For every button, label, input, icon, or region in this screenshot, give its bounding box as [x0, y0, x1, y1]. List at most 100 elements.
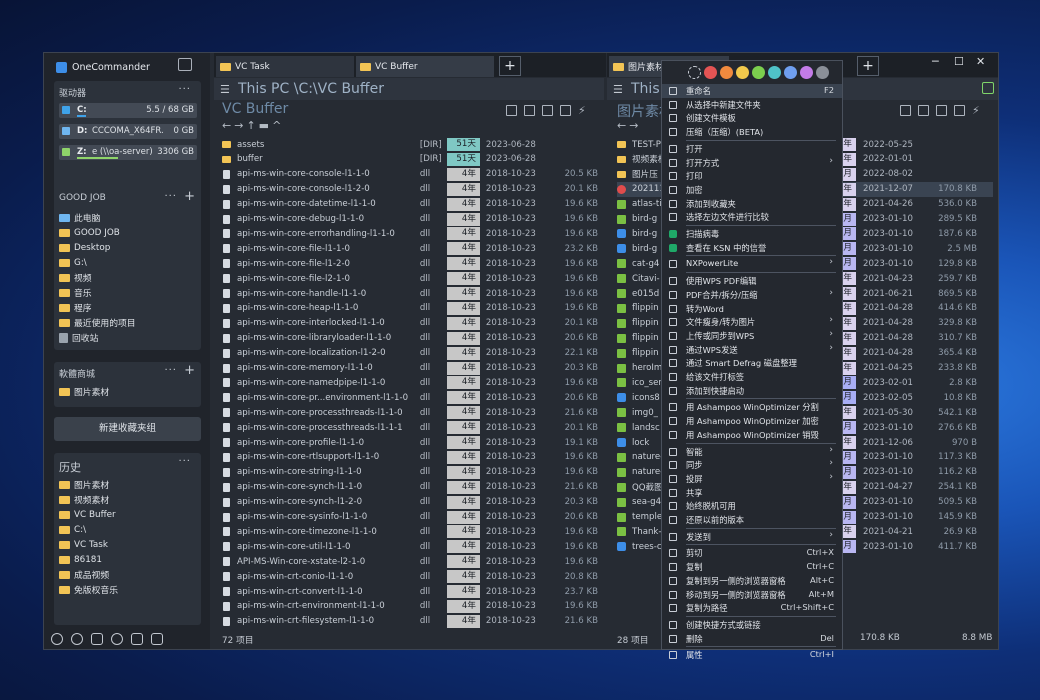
context-menu-item[interactable]: 选择左边文件进行比较: [662, 210, 842, 224]
context-menu-item[interactable]: 复制到另一侧的浏览器窗格 Alt+C: [662, 574, 842, 588]
color-tag-dot[interactable]: [736, 66, 749, 79]
drive-item[interactable]: D: CCCOMA_X64FR... 0 GB: [59, 124, 197, 139]
list-item[interactable]: VC Buffer: [59, 507, 116, 522]
table-row[interactable]: api-ms-win-core-heap-l1-1-0 dll 4年 2018-10-…: [222, 301, 598, 316]
table-row[interactable]: api-ms-win-core-synch-l1-1-0 dll 4年 2018-10…: [222, 480, 598, 495]
no-color-tag[interactable]: [688, 66, 701, 79]
table-row[interactable]: api-ms-win-core-processthreads-l1-1-0 dll…: [222, 405, 598, 420]
context-menu-item[interactable]: 创建快捷方式或链接: [662, 618, 842, 632]
table-row[interactable]: api-ms-win-core-console-l1-2-0 dll 4年 2018-…: [222, 182, 598, 197]
collapse-icon[interactable]: ^: [272, 119, 284, 132]
context-menu-item[interactable]: 删除 Del: [662, 632, 842, 646]
table-row[interactable]: api-ms-win-core-debug-l1-1-0 dll 4年 2018-10…: [222, 212, 598, 227]
context-menu-item[interactable]: 添加到收藏夹: [662, 197, 842, 211]
context-menu-item[interactable]: 通过WPS发送 ›: [662, 343, 842, 357]
maximize-icon[interactable]: ☐: [954, 55, 964, 68]
menu-icon[interactable]: ☰: [613, 83, 623, 96]
list-item[interactable]: GOOD JOB: [59, 225, 120, 240]
table-row[interactable]: api-ms-win-core-errorhandling-l1-1-0 dll 4…: [222, 226, 598, 241]
color-tag-dot[interactable]: [784, 66, 797, 79]
sort-icon[interactable]: [506, 105, 517, 116]
context-menu-item[interactable]: 剪切 Ctrl+X: [662, 546, 842, 560]
grid-view-icon[interactable]: [542, 105, 553, 116]
list-item[interactable]: 86181: [59, 552, 102, 567]
context-menu-item[interactable]: 用 Ashampoo WinOptimizer 销毁: [662, 428, 842, 442]
table-row[interactable]: api-ms-win-core-file-l1-1-0 dll 4年 2018-10-…: [222, 241, 598, 256]
table-row[interactable]: api-ms-win-core-datetime-l1-1-0 dll 4年 2018…: [222, 197, 598, 212]
add-icon[interactable]: [524, 105, 535, 116]
context-menu-item[interactable]: 加密: [662, 183, 842, 197]
drive-item[interactable]: C: 5.5 / 68 GB: [59, 103, 197, 118]
left-path[interactable]: This PC \C:\VC Buffer: [238, 81, 384, 97]
new-tab-button[interactable]: +: [857, 56, 879, 76]
table-row[interactable]: api-ms-win-core-interlocked-l1-1-0 dll 4年 2…: [222, 316, 598, 331]
context-menu-item[interactable]: 重命名 F2: [662, 84, 842, 98]
add-icon[interactable]: [918, 105, 929, 116]
lightning-icon[interactable]: ⚡: [578, 105, 589, 116]
list-item[interactable]: Desktop: [59, 240, 110, 255]
context-menu-item[interactable]: 同步 ›: [662, 458, 842, 472]
list-item[interactable]: 此电脑: [59, 210, 100, 225]
context-menu-item[interactable]: 给该文件打标签: [662, 370, 842, 384]
list-item[interactable]: 视频: [59, 270, 92, 285]
list-item[interactable]: 免版权音乐: [59, 582, 118, 597]
context-menu-item[interactable]: 压缩（压缩）(BETA): [662, 125, 842, 139]
copy-icon[interactable]: [954, 105, 965, 116]
forward-icon[interactable]: →: [234, 119, 246, 132]
context-menu-item[interactable]: 还原以前的版本: [662, 513, 842, 527]
list-item[interactable]: G:\: [59, 255, 87, 270]
new-favorite-group-button[interactable]: 新建收藏夹组: [54, 417, 201, 441]
table-row[interactable]: api-ms-win-core-synch-l1-2-0 dll 4年 2018-10…: [222, 495, 598, 510]
table-row[interactable]: api-ms-win-core-sysinfo-l1-1-0 dll 4年 2018-…: [222, 510, 598, 525]
context-menu-item[interactable]: 始终脱机可用: [662, 499, 842, 513]
context-menu-item[interactable]: 扫描病毒: [662, 227, 842, 241]
history-more-icon[interactable]: ···: [178, 456, 191, 467]
new-tab-button[interactable]: +: [499, 56, 521, 76]
list-item[interactable]: 回收站: [59, 330, 98, 345]
panel-layout-icon[interactable]: [982, 82, 994, 94]
context-menu-item[interactable]: 查看在 KSN 中的信誉: [662, 241, 842, 255]
close-icon[interactable]: ✕: [976, 55, 985, 68]
drives-more-icon[interactable]: ···: [178, 84, 191, 95]
minimize-icon[interactable]: ─: [932, 55, 939, 68]
context-menu-item[interactable]: 复制为路径 Ctrl+Shift+C: [662, 601, 842, 615]
context-menu-item[interactable]: 复制 Ctrl+C: [662, 560, 842, 574]
chat-icon[interactable]: [151, 633, 163, 645]
list-item[interactable]: 成品视频: [59, 567, 109, 582]
back-icon[interactable]: ←: [222, 119, 234, 132]
table-row[interactable]: api-ms-win-core-file-l2-1-0 dll 4年 2018-10-…: [222, 271, 598, 286]
color-tag-dot[interactable]: [704, 66, 717, 79]
table-row[interactable]: api-ms-win-core-console-l1-1-0 dll 4年 2018-…: [222, 167, 598, 182]
drive-item[interactable]: Z: e (\\oa-server) 3306 GB: [59, 145, 197, 160]
list-item[interactable]: 最近使用的项目: [59, 315, 136, 330]
lightning-icon[interactable]: ⚡: [972, 105, 983, 116]
right-path[interactable]: This: [631, 81, 660, 97]
list-item[interactable]: 音乐: [59, 285, 92, 300]
tab-vc-task[interactable]: VC Task: [216, 56, 354, 77]
context-menu-item[interactable]: 智能 ›: [662, 445, 842, 459]
table-row[interactable]: api-ms-win-core-processthreads-l1-1-1 dll…: [222, 420, 598, 435]
table-row[interactable]: api-ms-win-core-handle-l1-1-0 dll 4年 2018-1…: [222, 286, 598, 301]
context-menu-item[interactable]: 文件瘦身/转为图片 ›: [662, 315, 842, 329]
layout-icon[interactable]: [91, 633, 103, 645]
list-item[interactable]: 视频素材: [59, 492, 109, 507]
list-item[interactable]: C:\: [59, 522, 86, 537]
context-menu-item[interactable]: 使用WPS PDF编辑: [662, 274, 842, 288]
context-menu-item[interactable]: 创建文件模板: [662, 111, 842, 125]
list-item[interactable]: 图片素材: [59, 384, 109, 399]
context-menu-item[interactable]: 上传或同步到WPS ›: [662, 329, 842, 343]
left-pathbar[interactable]: ☰ This PC \C:\VC Buffer: [214, 78, 604, 100]
color-tag-dot[interactable]: [768, 66, 781, 79]
sort-icon[interactable]: [900, 105, 911, 116]
table-row[interactable]: api-ms-win-core-localization-l1-2-0 dll 4年…: [222, 346, 598, 361]
table-row[interactable]: api-ms-win-core-profile-l1-1-0 dll 4年 2018-…: [222, 435, 598, 450]
settings-icon[interactable]: [51, 633, 63, 645]
table-row[interactable]: api-ms-win-core-string-l1-1-0 dll 4年 2018-1…: [222, 465, 598, 480]
color-tag-dot[interactable]: [752, 66, 765, 79]
forward-icon[interactable]: →: [629, 119, 641, 132]
list-item[interactable]: 图片素材: [59, 477, 109, 492]
info-icon[interactable]: [71, 633, 83, 645]
table-row[interactable]: API-MS-Win-core-xstate-l2-1-0 dll 4年 2018-1…: [222, 554, 598, 569]
table-row[interactable]: api-ms-win-core-file-l1-2-0 dll 4年 2018-10-…: [222, 256, 598, 271]
table-row[interactable]: assets [DIR] 51天 2023-06-28: [222, 137, 598, 152]
